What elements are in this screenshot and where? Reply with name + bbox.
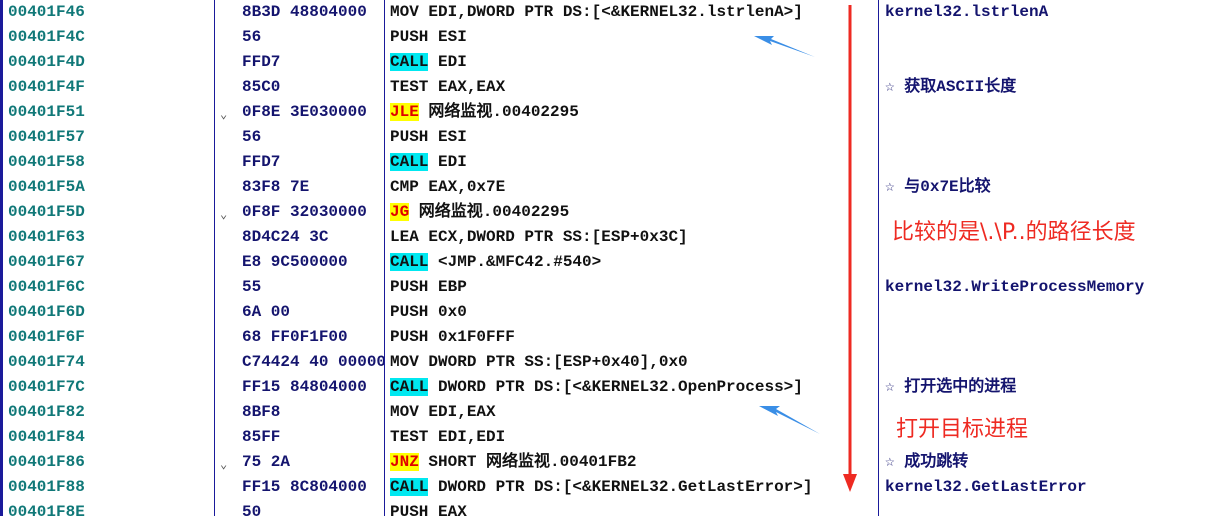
annotation-arrows	[754, 5, 857, 492]
blue-arrow-openprocess	[759, 406, 820, 434]
red-arrow-head	[843, 474, 857, 492]
blue-arrow-lstrlen	[754, 36, 815, 57]
